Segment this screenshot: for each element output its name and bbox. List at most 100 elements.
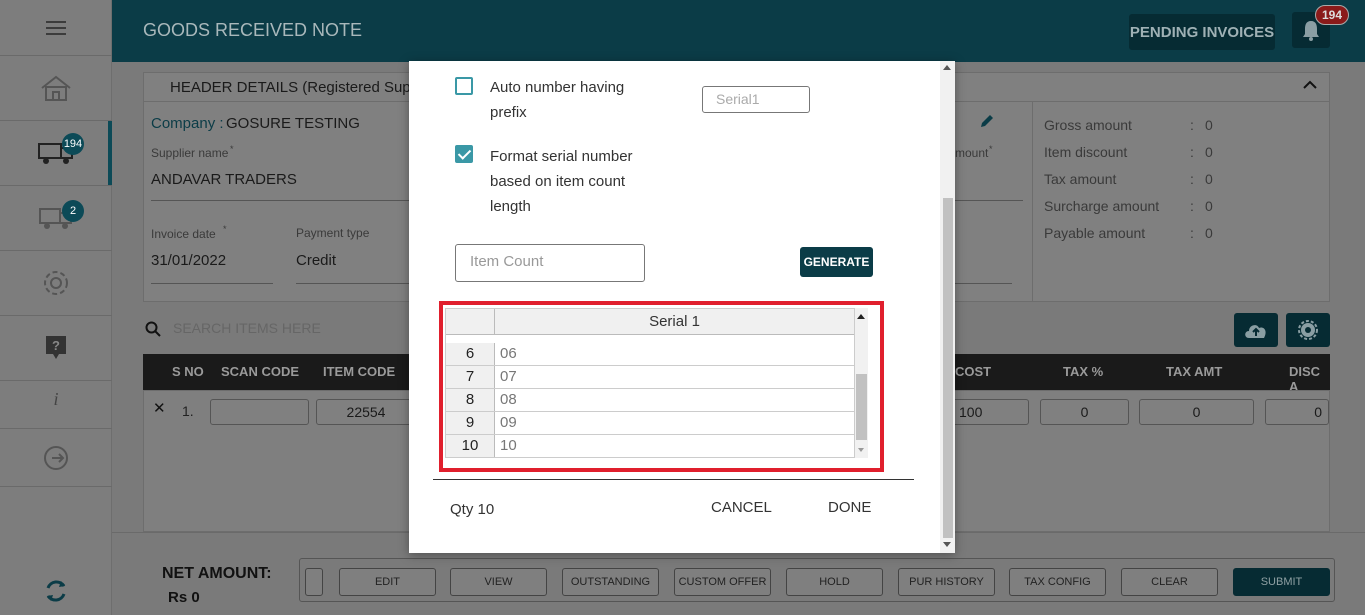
row-number: 8: [446, 389, 495, 411]
generate-button[interactable]: GENERATE: [800, 247, 873, 277]
surcharge-amount-value: 0: [1205, 198, 1213, 214]
outstanding-button[interactable]: OUTSTANDING: [562, 568, 659, 596]
menu-button[interactable]: [0, 0, 112, 56]
tax-amount-value: 0: [1205, 171, 1213, 187]
table-scroll-up-icon[interactable]: [857, 314, 865, 319]
payable-amount-label: Payable amount: [1044, 225, 1146, 241]
table-row[interactable]: 6 06: [446, 343, 854, 366]
row-sno: 1.: [182, 403, 194, 419]
table-scroll-thumb[interactable]: [856, 374, 867, 440]
delivery-badge: 2: [62, 200, 84, 222]
small-toggle-button[interactable]: [305, 568, 323, 596]
table-scroll-down-icon[interactable]: [858, 448, 864, 452]
row-number-header: [446, 309, 495, 335]
info-icon: i: [53, 389, 59, 409]
dialog-scroll-thumb[interactable]: [943, 198, 953, 538]
serial-cell[interactable]: 06: [500, 343, 517, 365]
submit-button[interactable]: SUBMIT: [1233, 568, 1330, 596]
sidebar-item-grn[interactable]: 194: [0, 121, 112, 186]
scan-code-input[interactable]: [210, 399, 309, 425]
pending-invoices-button[interactable]: PENDING INVOICES: [1129, 14, 1275, 50]
custom-offer-button[interactable]: CUSTOM OFFER: [674, 568, 771, 596]
invoice-date-value[interactable]: 31/01/2022: [151, 252, 226, 269]
gear-icon: [44, 271, 68, 295]
upload-button[interactable]: [1234, 313, 1278, 347]
serial-prefix-input[interactable]: Serial1: [702, 86, 810, 113]
edit-button[interactable]: EDIT: [339, 568, 436, 596]
sidebar-item-home[interactable]: [0, 56, 112, 121]
table-scrollbar[interactable]: [855, 308, 868, 458]
payment-type-value[interactable]: Credit: [296, 252, 336, 269]
action-button-bar: EDIT VIEW OUTSTANDING CUSTOM OFFER HOLD …: [299, 558, 1335, 602]
edit-button[interactable]: [979, 113, 995, 134]
refresh-icon: [46, 580, 66, 602]
remove-row-icon[interactable]: ✕: [153, 399, 166, 417]
chevron-up-icon: [1303, 80, 1317, 89]
net-amount-label: NET AMOUNT:: [162, 565, 272, 582]
pur-history-button[interactable]: PUR HISTORY: [898, 568, 995, 596]
serial-cell[interactable]: 07: [500, 366, 517, 388]
gear-icon: [1298, 320, 1318, 340]
payment-type-label: Payment type: [296, 226, 370, 240]
format-serial-checkbox[interactable]: [455, 145, 473, 163]
disc-input[interactable]: 0: [1265, 399, 1329, 425]
scroll-down-icon[interactable]: [943, 542, 951, 547]
format-label-line3: length: [490, 198, 531, 215]
row-number: 9: [446, 412, 495, 434]
gross-amount-value: 0: [1205, 117, 1213, 133]
serial-number-dialog: Auto number having prefix Serial1 Format…: [409, 61, 955, 553]
sidebar-item-delivery[interactable]: 2: [0, 186, 112, 251]
table-row[interactable]: 8 08: [446, 389, 854, 412]
hold-button[interactable]: HOLD: [786, 568, 883, 596]
net-amount-value: Rs 0: [168, 589, 200, 606]
tax-amt-input[interactable]: 0: [1139, 399, 1254, 425]
refresh-button[interactable]: [44, 578, 68, 609]
col-sno: S NO: [172, 364, 204, 379]
cloud-upload-icon: [1245, 325, 1266, 338]
view-button[interactable]: VIEW: [450, 568, 547, 596]
item-code-input[interactable]: 22554: [316, 399, 416, 425]
col-tax-pct: TAX %: [1063, 364, 1104, 379]
amount-underline-2: [955, 283, 1012, 284]
sidebar-item-settings[interactable]: [0, 251, 112, 316]
dialog-divider: [433, 479, 914, 480]
company-value: GOSURE TESTING: [226, 115, 360, 132]
cancel-button[interactable]: CANCEL: [711, 499, 772, 516]
auto-number-checkbox[interactable]: [455, 77, 473, 95]
cost-input[interactable]: 100: [952, 399, 1029, 425]
table-row[interactable]: 7 07: [446, 366, 854, 389]
col-scan-code: SCAN CODE: [221, 364, 300, 379]
serial-cell[interactable]: 10: [500, 435, 517, 457]
gross-amount-sep: :: [1190, 117, 1194, 133]
truck-badge: 194: [62, 133, 84, 155]
dialog-scrollbar[interactable]: [940, 61, 955, 553]
totals-divider: [1032, 102, 1033, 302]
clear-button[interactable]: CLEAR: [1121, 568, 1218, 596]
item-count-input[interactable]: Item Count: [455, 244, 645, 282]
table-row[interactable]: 10 10: [446, 435, 854, 458]
settings-button[interactable]: [1286, 313, 1330, 347]
amount-required-mark: *: [989, 144, 993, 154]
sidebar-item-logout[interactable]: [0, 429, 112, 487]
scroll-up-icon[interactable]: [943, 65, 951, 70]
invoice-date-label: Invoice date: [151, 227, 216, 241]
pencil-icon: [981, 115, 993, 127]
supplier-value[interactable]: ANDAVAR TRADERS: [151, 171, 297, 188]
supplier-underline: [151, 200, 411, 201]
page-title: GOODS RECEIVED NOTE: [143, 20, 363, 40]
tax-config-button[interactable]: TAX CONFIG: [1009, 568, 1106, 596]
serial-cell[interactable]: 09: [500, 412, 517, 434]
search-icon: [145, 321, 161, 337]
collapse-button[interactable]: [1303, 77, 1317, 95]
search-input[interactable]: SEARCH ITEMS HERE: [173, 320, 321, 336]
sidebar: 194 2 ? i: [0, 0, 112, 615]
format-label-line1: Format serial number: [490, 148, 633, 165]
done-button[interactable]: DONE: [828, 499, 871, 516]
tax-pct-input[interactable]: 0: [1040, 399, 1129, 425]
section-title: HEADER DETAILS (Registered Suppl: [170, 79, 423, 96]
serial-cell[interactable]: 08: [500, 389, 517, 411]
table-row[interactable]: 9 09: [446, 412, 854, 435]
item-discount-label: Item discount: [1044, 144, 1128, 160]
auto-number-label-line2: prefix: [490, 104, 527, 121]
sidebar-item-info[interactable]: i: [0, 371, 112, 429]
